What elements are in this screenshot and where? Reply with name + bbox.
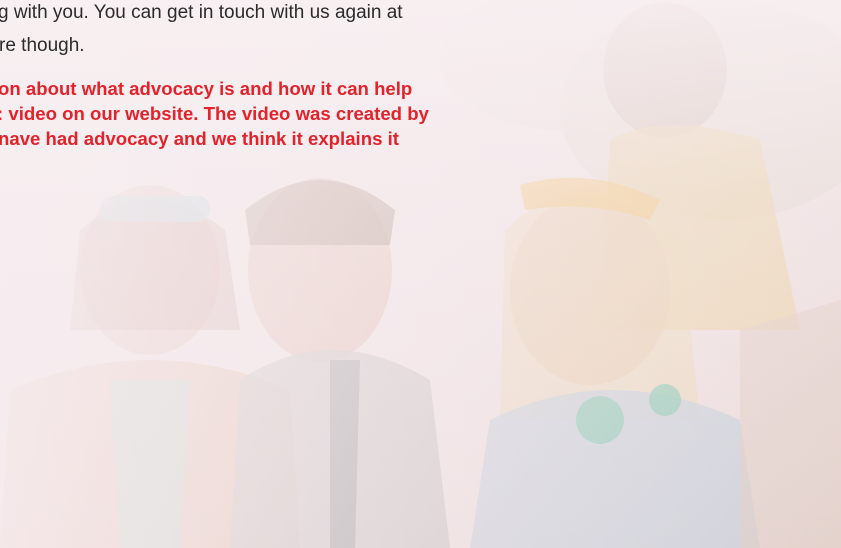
highlight-text-line-2: : video on our website. The video was cr… [0,103,429,124]
text-overlay: g with you. You can get in touch with us… [0,0,841,548]
body-text-line-2: re though. [0,35,85,56]
highlight-text-line-3: nave had advocacy and we think it explai… [0,128,399,149]
body-text-line-1: g with you. You can get in touch with us… [0,2,403,23]
highlight-text-line-1: on about what advocacy is and how it can… [0,78,413,99]
